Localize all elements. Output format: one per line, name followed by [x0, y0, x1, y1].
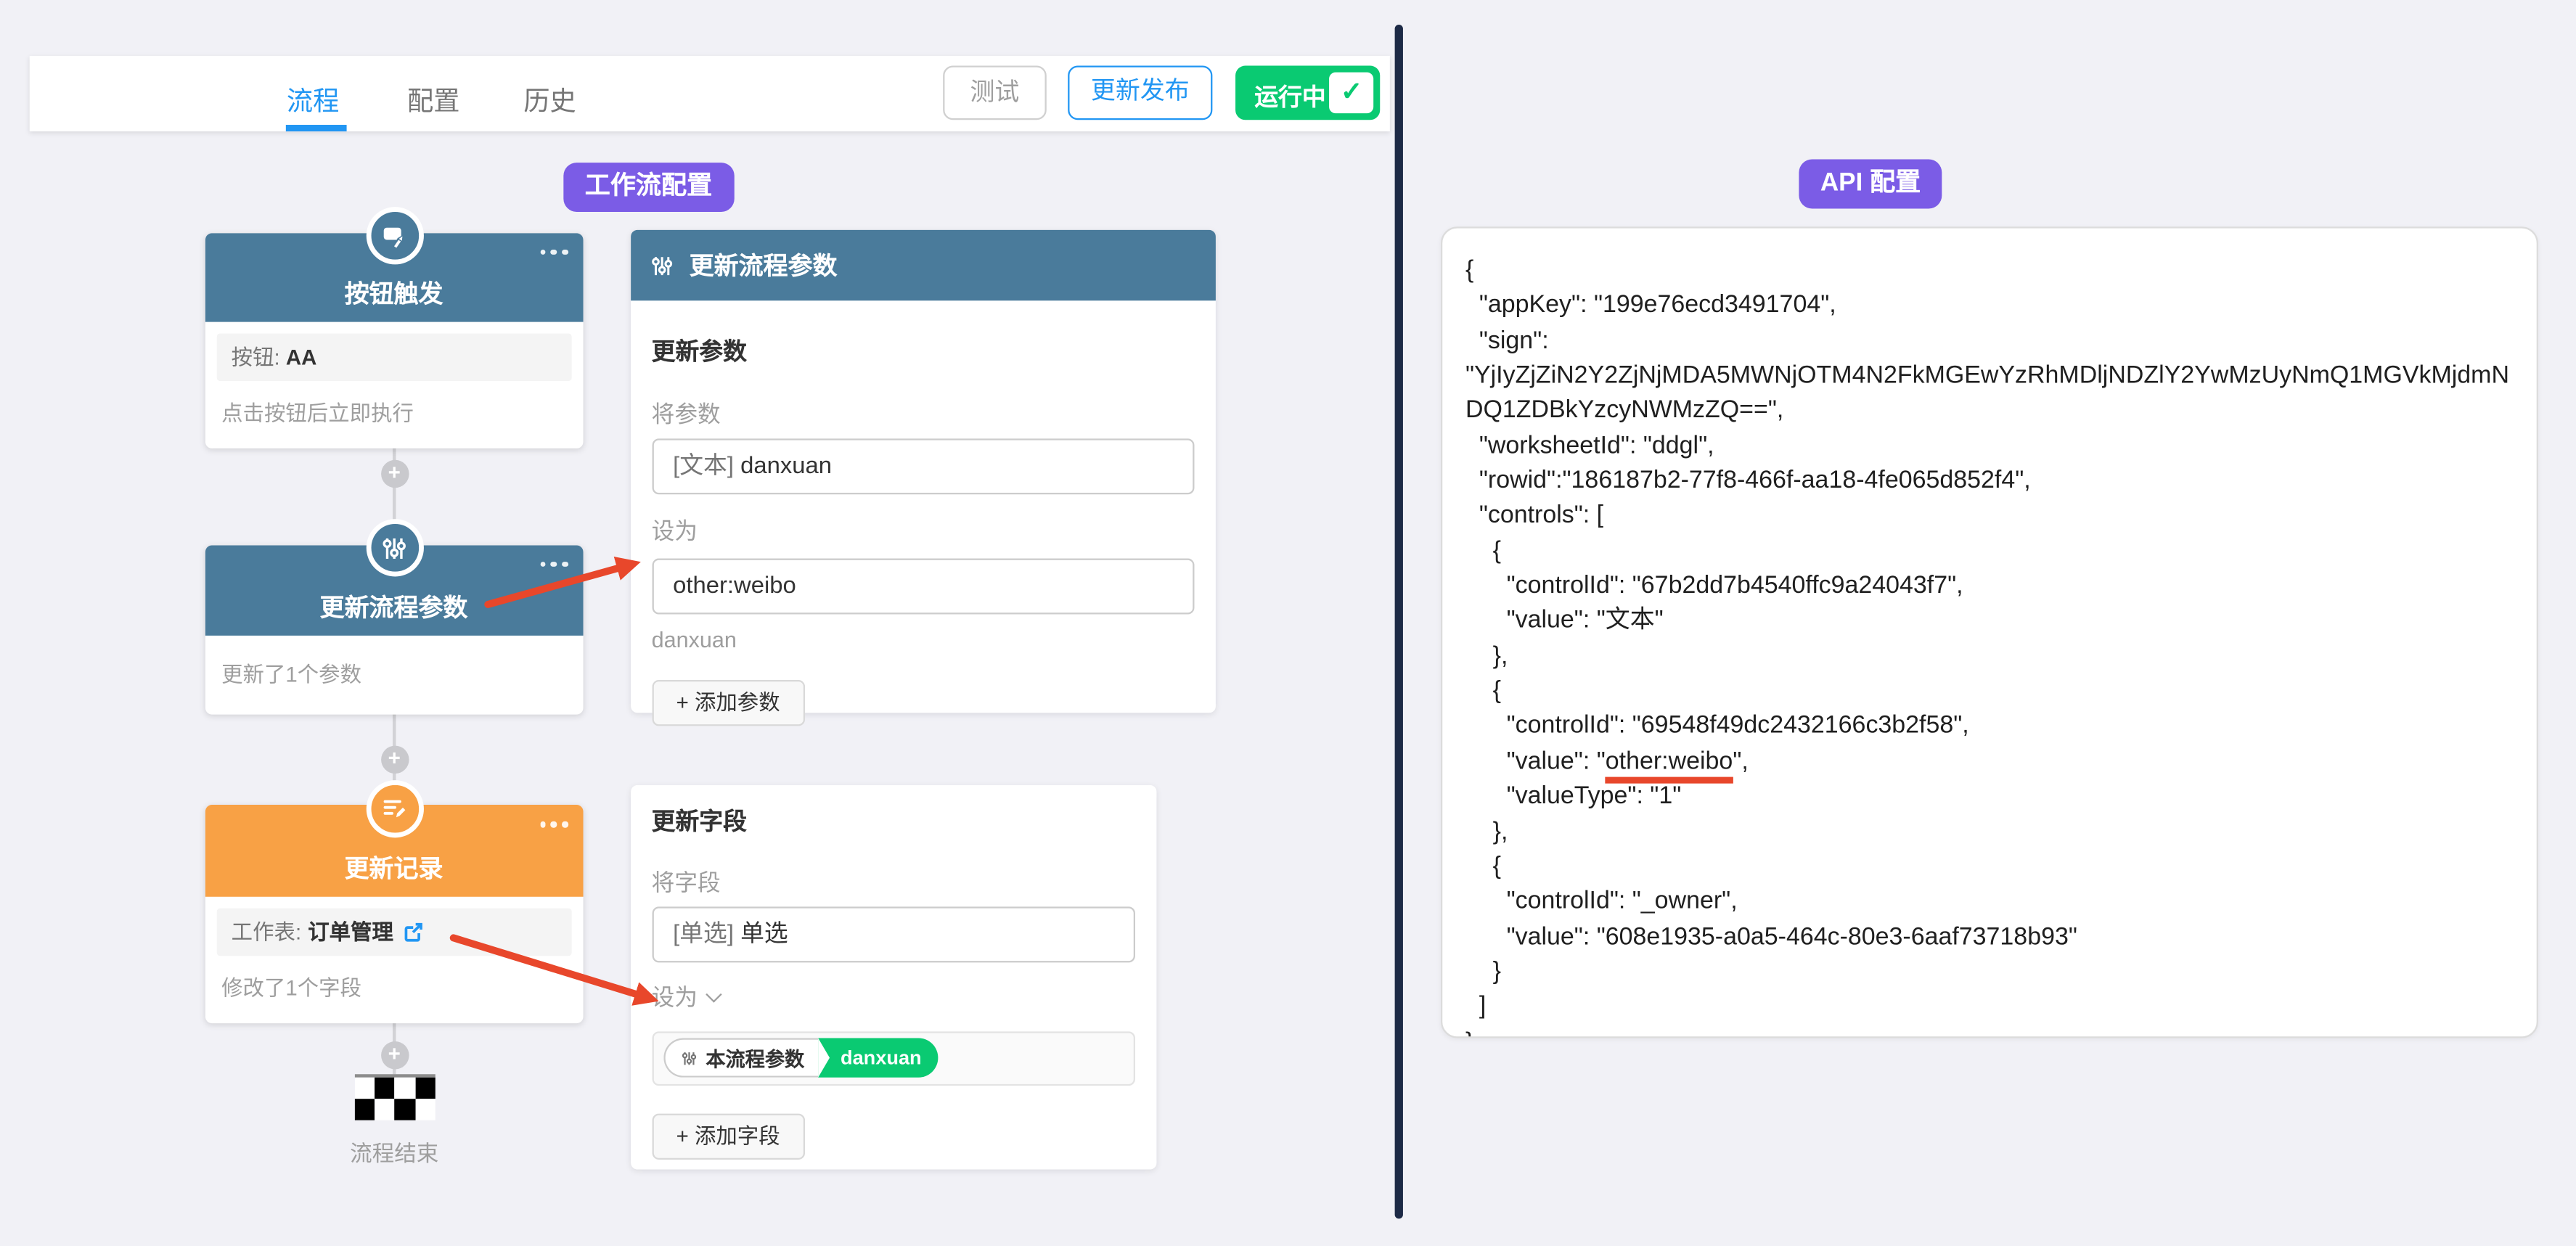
button-click-icon [380, 221, 409, 251]
sliders-icon [380, 533, 409, 562]
running-status-label: 运行中 [1254, 79, 1325, 114]
param-select-input[interactable]: [文本] danxuan [652, 438, 1195, 494]
field-label: 将字段 [652, 865, 1135, 898]
api-config-badge: API 配置 [1799, 160, 1942, 209]
external-link-icon[interactable] [404, 922, 425, 943]
add-node-button[interactable]: + [380, 1041, 408, 1068]
api-json-text: { "appKey": "199e76ecd3491704", "sign": … [1442, 229, 2536, 1038]
param-helper-text: danxuan [652, 628, 1195, 652]
flow-end-label: 流程结束 [279, 1135, 510, 1168]
update-params-panel: 更新流程参数 更新参数 将参数 [文本] danxuan 设为 other:we… [630, 230, 1216, 712]
panel-title: 更新流程参数 [690, 248, 838, 283]
sliders-icon [648, 252, 674, 278]
section-title: 更新字段 [652, 784, 1135, 837]
param-value-input[interactable]: other:weibo [652, 559, 1195, 615]
node-title: 更新记录 [205, 851, 582, 886]
node-worksheet-row[interactable]: 工作表: 订单管理 [216, 909, 571, 957]
node-more-icon[interactable] [540, 250, 568, 255]
node-update-record[interactable]: 更新记录 工作表: 订单管理 修改了1个字段 [205, 806, 582, 1024]
top-toolbar: 流程 配置 历史 测试 更新发布 运行中 ✓ [29, 55, 1390, 132]
test-button[interactable]: 测试 [943, 66, 1047, 120]
node-button-trigger[interactable]: 按钮触发 按钮: AA 点击按钮后立即执行 [205, 233, 582, 448]
section-divider [1394, 24, 1404, 1219]
node-title: 按钮触发 [205, 276, 582, 311]
list-pencil-icon [380, 794, 409, 824]
sliders-icon [366, 519, 423, 576]
publish-button[interactable]: 更新发布 [1068, 66, 1212, 120]
add-node-button[interactable]: + [380, 459, 408, 487]
add-field-button[interactable]: + 添加字段 [652, 1112, 805, 1158]
node-more-icon[interactable] [540, 822, 568, 828]
param-value-ribbon[interactable]: danxuan [817, 1038, 938, 1077]
add-param-button[interactable]: + 添加参数 [652, 680, 805, 726]
workflow-editor: 流程 配置 历史 测试 更新发布 运行中 ✓ 工作流配置 API 配置 + + … [0, 0, 2576, 1246]
update-fields-panel: 更新字段 将字段 [单选] 单选 设为 本流程参数 dan [630, 784, 1156, 1169]
chevron-down-icon [705, 985, 721, 1001]
set-to-label[interactable]: 设为 [652, 980, 1135, 1012]
node-more-icon[interactable] [540, 561, 568, 567]
update-record-icon [366, 780, 423, 837]
node-description: 点击按钮后立即执行 [221, 395, 566, 427]
active-tab-indicator [285, 126, 346, 132]
tab-config[interactable]: 配置 [407, 78, 459, 118]
param-label: 将参数 [652, 398, 1195, 430]
flow-end-flag-icon [354, 1073, 436, 1120]
section-title: 更新参数 [652, 333, 1195, 368]
set-to-label: 设为 [652, 514, 1195, 546]
field-value-input[interactable]: 本流程参数 danxuan [652, 1030, 1135, 1085]
field-select-input[interactable]: [单选] 单选 [652, 906, 1135, 962]
node-title: 更新流程参数 [205, 589, 582, 623]
api-config-panel: { "appKey": "199e76ecd3491704", "sign": … [1441, 226, 2538, 1038]
check-icon: ✓ [1327, 70, 1377, 116]
node-description: 修改了1个字段 [221, 972, 566, 1003]
tab-history[interactable]: 历史 [523, 78, 576, 118]
workflow-config-badge: 工作流配置 [563, 163, 733, 213]
running-status-button[interactable]: 运行中 ✓ [1235, 66, 1381, 120]
node-description: 更新了1个参数 [221, 656, 566, 687]
node-button-row[interactable]: 按钮: AA [216, 333, 571, 381]
tab-flow[interactable]: 流程 [287, 78, 339, 118]
sliders-icon [679, 1049, 698, 1067]
flow-param-tag[interactable]: 本流程参数 [663, 1038, 817, 1077]
add-node-button[interactable]: + [380, 745, 408, 772]
